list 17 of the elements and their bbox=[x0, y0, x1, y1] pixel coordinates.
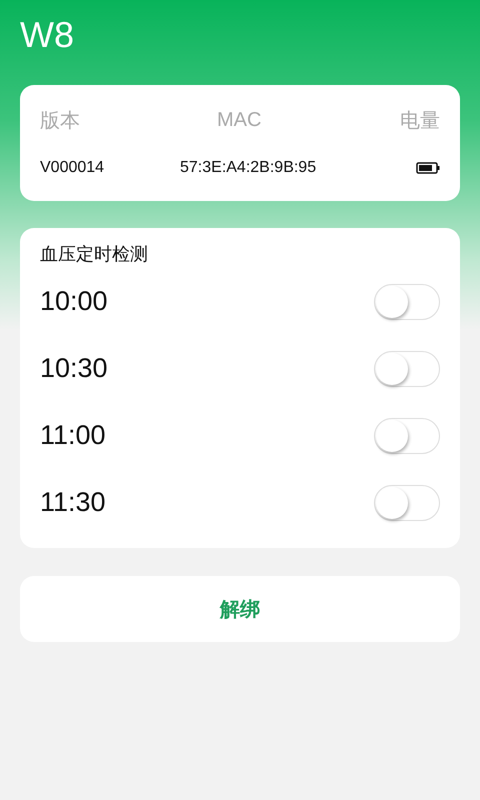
column-header: 版本 bbox=[40, 108, 81, 134]
toggle-switch[interactable] bbox=[374, 284, 440, 320]
version-value: V000014 bbox=[40, 159, 106, 177]
column-header: MAC bbox=[216, 108, 262, 132]
toggle-switch[interactable] bbox=[374, 350, 440, 386]
toggle-switch[interactable] bbox=[374, 418, 440, 454]
mac-value: 57:3E:A4:2B:9B:95 bbox=[180, 159, 318, 177]
column-header: 电量 bbox=[399, 108, 440, 134]
schedule-title: 血压定时检测 bbox=[40, 243, 149, 266]
unbind-button[interactable]: 解绑 bbox=[20, 576, 460, 642]
time-label: 10:00 bbox=[40, 286, 108, 317]
toggle-switch[interactable] bbox=[374, 484, 440, 520]
app-title: W8 bbox=[20, 13, 75, 57]
time-label: 11:30 bbox=[40, 487, 106, 518]
battery-icon bbox=[416, 162, 440, 174]
time-label: 10:30 bbox=[40, 353, 108, 384]
time-label: 11:00 bbox=[40, 420, 106, 451]
